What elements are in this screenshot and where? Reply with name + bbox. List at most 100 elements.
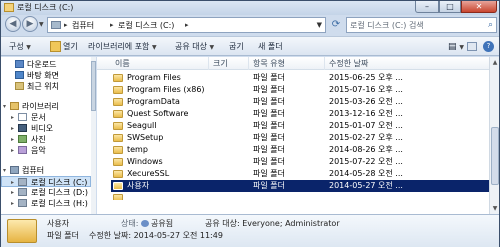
chevron-down-icon: ▼ xyxy=(151,44,157,51)
chevron-right-icon[interactable]: ▸ xyxy=(185,21,189,29)
nav-item-label: 바탕 화면 xyxy=(27,71,59,80)
expand-arrow-icon[interactable]: ▸ xyxy=(11,198,14,209)
expand-arrow-icon[interactable]: ▸ xyxy=(11,145,14,156)
chevron-down-icon: ▼ xyxy=(26,44,31,51)
state-value: 공유됨 xyxy=(150,219,174,228)
file-date: 2015-07-22 오전 ... xyxy=(329,157,403,166)
file-date: 2014-05-27 오전 ... xyxy=(329,181,403,190)
table-row[interactable]: temp 파일 폴더 2014-08-26 오후 ... xyxy=(111,144,489,156)
expand-arrow-icon[interactable]: ▾ xyxy=(3,165,6,176)
details-name: 사용자 xyxy=(47,219,70,228)
folder-icon xyxy=(113,146,123,154)
table-row[interactable]: XecureSSL 파일 폴더 2014-05-28 오전 ... xyxy=(111,168,489,180)
address-dropdown-icon[interactable]: ▼ xyxy=(317,21,322,29)
nav-item-local-disk-c[interactable]: ▸ 로컬 디스크 (C:) xyxy=(1,176,91,187)
details-pane: 사용자 상태: 공유됨 공유 대상: Everyone; Administrat… xyxy=(1,214,499,247)
nav-item-desktop[interactable]: 바탕 화면 xyxy=(1,70,91,81)
new-folder-button[interactable]: 새 폴더 xyxy=(258,42,283,52)
nav-item-local-disk-d[interactable]: ▸ 로컬 디스크 (D:) xyxy=(1,187,91,198)
column-date-modified[interactable]: 수정한 날짜 xyxy=(325,57,489,70)
expand-arrow-icon[interactable]: ▾ xyxy=(3,101,6,112)
search-icon[interactable]: ⌕ xyxy=(488,20,493,30)
pictures-icon xyxy=(18,135,27,143)
table-row[interactable]: ProgramData 파일 폴더 2015-03-26 오전 ... xyxy=(111,96,489,108)
table-row[interactable]: Windows 파일 폴더 2015-07-22 오전 ... xyxy=(111,156,489,168)
back-button[interactable]: ◀ xyxy=(5,16,21,32)
chevron-down-icon: ▼ xyxy=(209,44,215,51)
expand-arrow-icon[interactable]: ▸ xyxy=(11,134,14,145)
minimize-button[interactable]: – xyxy=(415,1,439,13)
navigation-scrollbar[interactable] xyxy=(91,57,96,214)
nav-item-pictures[interactable]: ▸ 사진 xyxy=(1,134,91,145)
recent-pages-dropdown[interactable]: ▼ xyxy=(39,21,44,28)
nav-item-music[interactable]: ▸ 음악 xyxy=(1,145,91,156)
table-row[interactable]: Seagull 파일 폴더 2015-01-07 오전 ... xyxy=(111,120,489,132)
nav-item-downloads[interactable]: 다운로드 xyxy=(1,59,91,70)
file-type: 파일 폴더 xyxy=(253,109,285,118)
table-row[interactable]: Program Files (x86) 파일 폴더 2015-07-16 오후 … xyxy=(111,84,489,96)
details-type: 파일 폴더 xyxy=(47,231,79,240)
nav-item-recent-places[interactable]: 최근 위치 xyxy=(1,81,91,92)
scrollbar-thumb[interactable] xyxy=(91,61,96,111)
nav-item-computer[interactable]: ▾ 컴퓨터 xyxy=(1,165,91,176)
scrollbar-thumb[interactable] xyxy=(491,127,499,185)
scroll-down-icon[interactable]: ▼ xyxy=(491,204,499,213)
download-folder-icon xyxy=(15,60,24,68)
chevron-right-icon[interactable]: ▸ xyxy=(64,21,68,29)
folder-icon xyxy=(113,110,123,118)
file-name: Program Files xyxy=(127,73,181,82)
table-row-selected[interactable]: 사용자 파일 폴더 2014-05-27 오전 ... xyxy=(111,180,489,192)
forward-button[interactable]: ▶ xyxy=(22,16,38,32)
table-row[interactable]: Program Files 파일 폴더 2015-06-25 오후 ... xyxy=(111,72,489,84)
window-title: 로컬 디스크 (C:) xyxy=(17,3,74,12)
address-bar[interactable]: ▸ 컴퓨터 ▸ 로컬 디스크 (C:) ▸ ▼ xyxy=(47,17,326,33)
table-row-partial[interactable] xyxy=(111,192,489,200)
column-name[interactable]: 이름 xyxy=(111,57,209,70)
maximize-button[interactable]: □ xyxy=(439,1,461,13)
table-row[interactable]: SWSetup 파일 폴더 2015-02-27 오후 ... xyxy=(111,132,489,144)
videos-icon xyxy=(18,124,27,132)
nav-item-videos[interactable]: ▸ 비디오 xyxy=(1,123,91,134)
search-input[interactable]: 로컬 디스크 (C:) 검색 ⌕ xyxy=(346,17,497,33)
nav-item-label: 음악 xyxy=(31,146,46,155)
expand-arrow-icon[interactable]: ▸ xyxy=(11,112,14,123)
view-options-icon[interactable]: ▤ ▼ xyxy=(448,42,464,53)
include-in-library-menu[interactable]: 라이브러리에 포함 ▼ xyxy=(88,42,157,53)
organize-menu[interactable]: 구성 ▼ xyxy=(9,42,31,53)
close-button[interactable]: ✕ xyxy=(461,1,497,13)
help-icon[interactable]: ? xyxy=(483,41,494,52)
search-placeholder: 로컬 디스크 (C:) 검색 xyxy=(350,21,424,30)
expand-arrow-icon[interactable]: ▸ xyxy=(11,187,14,198)
nav-item-label: 최근 위치 xyxy=(27,82,59,91)
refresh-icon[interactable]: ⟳ xyxy=(329,18,343,32)
file-date: 2015-03-26 오전 ... xyxy=(329,97,403,106)
column-type[interactable]: 항목 유형 xyxy=(249,57,325,70)
nav-item-documents[interactable]: ▸ 문서 xyxy=(1,112,91,123)
nav-item-libraries[interactable]: ▾ 라이브러리 xyxy=(1,101,91,112)
file-date: 2015-02-27 오후 ... xyxy=(329,133,403,142)
nav-item-local-disk-h[interactable]: ▸ 로컬 디스크 (H:) xyxy=(1,198,91,209)
share-with-label: 공유 대상 xyxy=(175,42,207,51)
organize-label: 구성 xyxy=(9,42,24,51)
file-list-scrollbar[interactable]: ▲ ▼ xyxy=(489,57,499,214)
breadcrumb-local-disk-c[interactable]: 로컬 디스크 (C:) xyxy=(118,21,174,30)
file-type: 파일 폴더 xyxy=(253,157,285,166)
column-size[interactable]: 크기 xyxy=(209,57,249,70)
burn-button[interactable]: 굽기 xyxy=(229,42,244,52)
table-row[interactable]: Quest Software 파일 폴더 2013-12-16 오전 ... xyxy=(111,108,489,120)
folder-icon xyxy=(113,170,123,178)
expand-arrow-icon[interactable]: ▸ xyxy=(11,123,14,134)
open-button[interactable]: 열기 xyxy=(63,42,78,52)
chevron-right-icon[interactable]: ▸ xyxy=(110,21,114,29)
include-library-label: 라이브러리에 포함 xyxy=(88,42,150,51)
breadcrumb-computer[interactable]: 컴퓨터 xyxy=(72,21,94,30)
scroll-up-icon[interactable]: ▲ xyxy=(491,58,499,67)
drive-icon xyxy=(18,178,27,186)
file-type: 파일 폴더 xyxy=(253,121,285,130)
folder-icon xyxy=(113,158,123,166)
navigation-pane: 다운로드 바탕 화면 최근 위치 ▾ 라이브러리 ▸ 문서 ▸ 비디오 ▸ 사진… xyxy=(1,57,96,214)
title-bar[interactable]: 로컬 디스크 (C:) – □ ✕ xyxy=(1,1,499,15)
share-with-menu[interactable]: 공유 대상 ▼ xyxy=(175,42,214,53)
preview-pane-icon[interactable] xyxy=(467,42,477,51)
nav-item-label: 다운로드 xyxy=(27,60,57,69)
